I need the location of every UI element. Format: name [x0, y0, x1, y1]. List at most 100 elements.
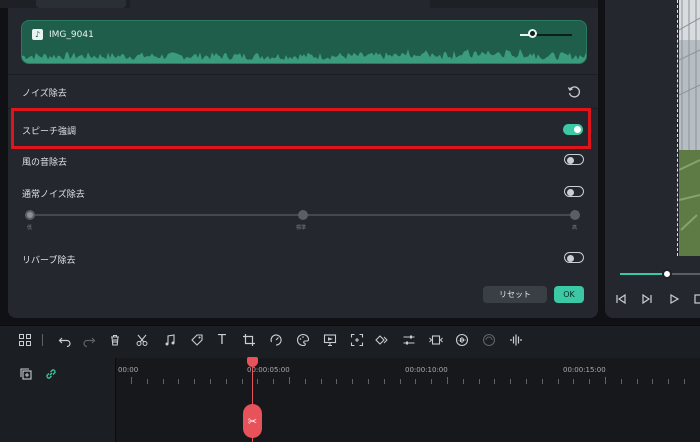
ruler-tick: [684, 379, 685, 384]
split-scissors-icon[interactable]: ✂: [243, 404, 262, 438]
redo-icon[interactable]: [82, 333, 96, 347]
noise-level-mid-label: 標準: [296, 225, 307, 231]
ruler-tick: [352, 379, 353, 384]
music-note-icon: ♪: [32, 29, 43, 40]
setting-label-wind: 風の音除去: [22, 158, 68, 168]
link-icon[interactable]: [44, 366, 58, 380]
stabilize-icon[interactable]: [482, 333, 496, 347]
noise-level-low-label: 低: [27, 225, 33, 231]
ruler-tick: [589, 379, 590, 384]
ruler-tick: [400, 379, 401, 384]
audio-waveform-icon[interactable]: [509, 333, 523, 347]
noise-level-high-label: 高: [572, 225, 578, 231]
noise-level-high-mark: [570, 210, 580, 220]
time-label: 00:00:05:00: [247, 366, 290, 374]
player-progress-fill: [620, 273, 667, 275]
toggle-knob: [567, 254, 574, 262]
ruler-tick: [510, 379, 511, 384]
setting-label-reverb: リバーブ除去: [22, 256, 76, 266]
waveform: [22, 48, 586, 63]
text-icon[interactable]: T: [215, 333, 229, 348]
ruler-tick: [131, 377, 132, 384]
ruler-tick: [178, 379, 179, 384]
toggle-knob: [567, 188, 574, 196]
time-label: 00:00:10:00: [405, 366, 448, 374]
ruler-tick: [621, 379, 622, 384]
audio-clip[interactable]: ♪ IMG_9041: [21, 20, 587, 64]
noise-removal-toggle[interactable]: [564, 186, 584, 197]
wind-removal-toggle[interactable]: [564, 154, 584, 165]
video-preview: [679, 0, 700, 256]
reset-button[interactable]: リセット: [483, 286, 547, 303]
toolbar-separator: [42, 334, 43, 346]
layout-grid-icon[interactable]: [18, 333, 32, 347]
speed-icon[interactable]: [269, 333, 283, 347]
ruler-tick: [242, 379, 243, 384]
ruler-tick: [573, 379, 574, 384]
crop-icon[interactable]: [242, 333, 256, 347]
delete-icon[interactable]: [108, 333, 122, 347]
clip-title: ♪ IMG_9041: [32, 29, 94, 40]
timeline-track-header: [0, 358, 116, 442]
ruler-tick: [257, 379, 258, 384]
prev-frame-icon[interactable]: [614, 291, 628, 305]
next-frame-icon[interactable]: [640, 291, 654, 305]
ruler-tick: [336, 379, 337, 384]
ruler-tick: [447, 377, 448, 384]
play-icon[interactable]: [667, 291, 681, 305]
clip-volume-knob[interactable]: [528, 29, 537, 38]
audio-icon[interactable]: [163, 333, 177, 347]
highlight-box: [11, 108, 591, 149]
focus-icon[interactable]: [350, 333, 364, 347]
ruler-tick: [463, 379, 464, 384]
add-track-icon[interactable]: [19, 366, 33, 380]
ruler-tick: [637, 379, 638, 384]
screen-icon[interactable]: [323, 333, 337, 347]
divider: [8, 74, 598, 75]
color-palette-icon[interactable]: [296, 333, 310, 347]
ai-audio-icon[interactable]: [455, 333, 469, 347]
ruler-tick: [305, 379, 306, 384]
ruler-tick: [652, 379, 653, 384]
tab-other[interactable]: [130, 0, 430, 8]
ruler-tick: [289, 377, 290, 384]
player-progress-knob[interactable]: [662, 269, 672, 279]
keyframe-icon[interactable]: [375, 333, 389, 347]
ruler-tick: [163, 379, 164, 384]
toggle-knob: [567, 156, 574, 164]
scissors-icon[interactable]: [135, 333, 149, 347]
ruler-tick: [605, 377, 606, 384]
tab-audio[interactable]: [36, 0, 126, 8]
ruler-tick: [210, 379, 211, 384]
noise-section-title: ノイズ除去: [22, 89, 67, 99]
ruler-tick: [431, 379, 432, 384]
ruler-tick: [194, 379, 195, 384]
ruler-tick: [368, 379, 369, 384]
adjust-sliders-icon[interactable]: [402, 333, 416, 347]
ok-button[interactable]: OK: [554, 286, 584, 303]
ruler-tick: [526, 379, 527, 384]
time-label: 00:00:15:00: [563, 366, 606, 374]
ruler-tick: [542, 379, 543, 384]
reset-icon[interactable]: [567, 84, 581, 98]
time-label: 00:00: [118, 366, 139, 374]
ruler-tick: [558, 379, 559, 384]
noise-level-mid-mark: [298, 210, 308, 220]
crop-guide: [677, 0, 679, 256]
clip-name: IMG_9041: [49, 29, 94, 40]
reverb-removal-toggle[interactable]: [564, 252, 584, 263]
split-clip-icon[interactable]: [429, 333, 443, 347]
ruler-tick: [147, 379, 148, 384]
ruler-tick: [479, 379, 480, 384]
stop-icon[interactable]: [692, 291, 700, 305]
ruler-tick: [494, 379, 495, 384]
ruler-tick: [668, 379, 669, 384]
ruler-tick: [415, 379, 416, 384]
ruler-tick: [226, 379, 227, 384]
undo-icon[interactable]: [58, 333, 72, 347]
ruler-tick: [384, 379, 385, 384]
ruler-tick: [321, 379, 322, 384]
noise-level-knob[interactable]: [25, 210, 35, 220]
ruler-tick: [273, 379, 274, 384]
tag-icon[interactable]: [190, 333, 204, 347]
